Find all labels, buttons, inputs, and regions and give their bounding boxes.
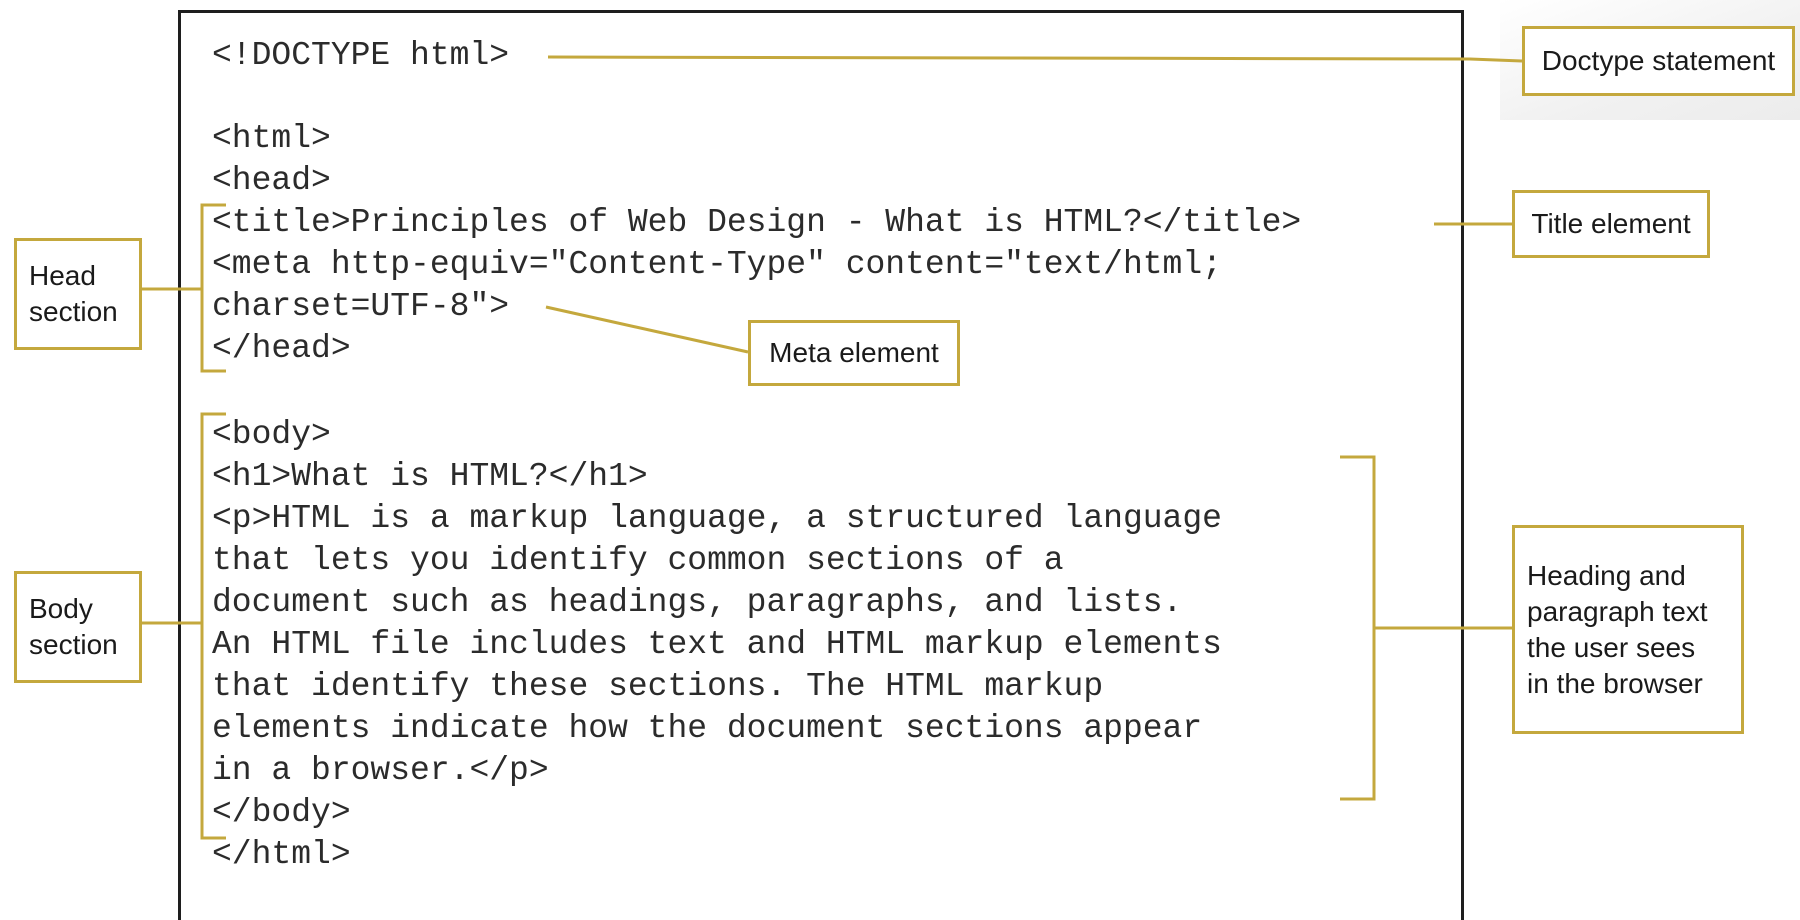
body-bracket: [200, 412, 226, 840]
head-section-label-line2: section: [29, 296, 118, 327]
title-callout-label: Title element: [1531, 208, 1691, 239]
doctype-callout-label: Doctype statement: [1541, 45, 1776, 76]
doctype-connector: [547, 55, 1523, 63]
heading-paragraph-label-line1: Heading and: [1527, 559, 1686, 591]
head-section-callout: Head section: [14, 238, 142, 350]
title-callout: Title element: [1512, 190, 1710, 258]
head-section-label-line1: Head: [29, 260, 96, 291]
connector-lines: [140, 55, 1523, 840]
heading-paragraph-label-line2: paragraph text: [1527, 595, 1708, 627]
body-section-label-line1: Body: [29, 593, 93, 624]
heading-paragraph-label-line4: in the browser: [1527, 667, 1703, 699]
body-section-label-line2: section: [29, 629, 118, 660]
meta-connector: [545, 305, 749, 354]
text-bracket: [1340, 455, 1376, 801]
doctype-callout: Doctype statement: [1522, 26, 1795, 96]
heading-paragraph-label-line3: the user sees: [1527, 631, 1696, 663]
meta-callout: Meta element: [748, 320, 960, 386]
head-bracket: [200, 203, 226, 373]
heading-paragraph-callout: Heading and paragraph text the user sees…: [1512, 525, 1744, 734]
meta-callout-label: Meta element: [769, 337, 939, 368]
body-section-callout: Body section: [14, 571, 142, 683]
